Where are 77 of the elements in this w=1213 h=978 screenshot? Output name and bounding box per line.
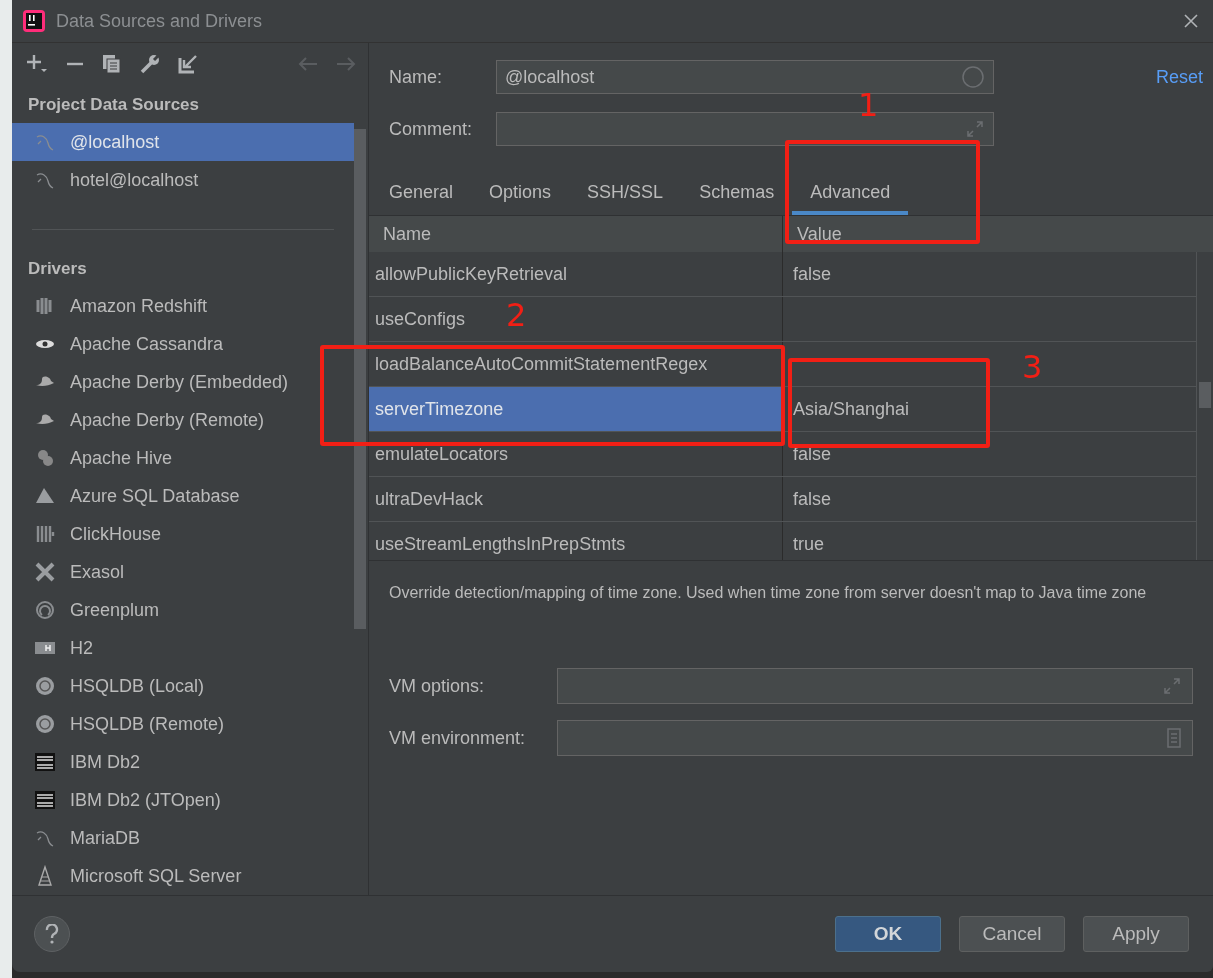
sidebar-item[interactable]: Greenplum	[12, 591, 354, 629]
name-field[interactable]: @localhost	[496, 60, 994, 94]
table-cell[interactable]: Asia/Shanghai	[793, 398, 910, 420]
sidebar-item[interactable]: ClickHouse	[12, 515, 354, 553]
tab[interactable]: General	[371, 173, 472, 215]
sidebar-item[interactable]: Apache Hive	[12, 439, 354, 477]
sidebar-item[interactable]: hotel@localhost	[12, 161, 354, 199]
logo-tile-icon	[34, 751, 56, 773]
import-icon[interactable]	[178, 54, 198, 74]
field-label: Comment:	[389, 118, 474, 140]
sidebar-item[interactable]: IBM Db2	[12, 743, 354, 781]
question-icon	[45, 924, 59, 944]
tab[interactable]: Options	[471, 173, 570, 215]
table-cell[interactable]: useStreamLengthsInPrepStmts	[375, 533, 626, 555]
table-cell[interactable]: false	[793, 443, 832, 465]
table-cell[interactable]: false	[793, 488, 832, 510]
ok-button[interactable]: OK	[835, 916, 941, 952]
sidebar-item[interactable]: Exasol	[12, 553, 354, 591]
table-cell[interactable]: ultraDevHack	[375, 488, 484, 510]
sidebar-item[interactable]: MariaDB	[12, 819, 354, 857]
field-label: VM environment:	[389, 727, 527, 749]
field-label: VM options:	[389, 675, 486, 697]
column-header[interactable]: Name	[369, 216, 782, 252]
field-label: Name:	[389, 66, 443, 88]
sidebar-item[interactable]: Amazon Redshift	[12, 287, 354, 325]
scrollbar-thumb[interactable]	[1199, 382, 1211, 408]
vm-environment-field[interactable]	[557, 720, 1193, 756]
dialog-button[interactable]: Apply	[1083, 916, 1189, 952]
ring-icon	[34, 599, 56, 621]
sidebar-item[interactable]: HSQLDB (Local)	[12, 667, 354, 705]
annotation-number: 3	[1022, 348, 1043, 386]
table-cell[interactable]: serverTimezone	[375, 398, 504, 420]
table-cell[interactable]: false	[793, 263, 832, 285]
forward-arrow-icon[interactable]	[336, 57, 356, 71]
help-button[interactable]	[34, 916, 70, 952]
document-icon[interactable]	[1166, 728, 1182, 748]
dialog-button[interactable]: Cancel	[959, 916, 1065, 952]
close-icon[interactable]	[1183, 13, 1199, 29]
sidebar-item[interactable]: H2	[12, 629, 354, 667]
table-cell[interactable]: useConfigs	[375, 308, 466, 330]
add-icon[interactable]	[26, 53, 48, 75]
scrollbar-thumb[interactable]	[354, 129, 366, 629]
tab[interactable]: SSH/SSL	[569, 173, 682, 215]
section-heading: Drivers	[27, 258, 88, 280]
x-icon	[34, 561, 56, 583]
window-title: Data Sources and Drivers	[56, 10, 263, 32]
app-logo-icon	[22, 9, 46, 33]
description-text: Override detection/mapping of time zone. Used when time zone from server doesn't map to Java time zone	[389, 583, 1148, 603]
ring-icon	[34, 713, 56, 735]
sidebar-item[interactable]: Apache Derby (Embedded)	[12, 363, 354, 401]
copy-icon[interactable]	[102, 54, 122, 74]
row-highlight[interactable]: serverTimezone	[369, 387, 782, 431]
sidebar-item[interactable]: Microsoft SQL Server	[12, 857, 354, 895]
logo-tile-icon	[34, 789, 56, 811]
table-cell[interactable]: true	[793, 533, 825, 555]
vm-options-field[interactable]	[557, 668, 1193, 704]
section-heading: Project Data Sources	[27, 94, 200, 116]
table-cell[interactable]: allowPublicKeyRetrieval	[375, 263, 568, 285]
table-cell[interactable]: loadBalanceAutoCommitStatementRegex	[375, 353, 708, 375]
ring-icon	[34, 675, 56, 697]
expand-icon[interactable]	[1162, 676, 1182, 696]
circle-icon[interactable]	[961, 65, 985, 89]
sidebar-item[interactable]: IBM Db2 (JTOpen)	[12, 781, 354, 819]
sidebar-item[interactable]: Azure SQL Database	[12, 477, 354, 515]
table-cell[interactable]: emulateLocators	[375, 443, 509, 465]
back-arrow-icon[interactable]	[298, 57, 318, 71]
tab[interactable]: Schemas	[681, 173, 793, 215]
expand-icon[interactable]	[965, 119, 985, 139]
column-header[interactable]: Value	[782, 216, 1197, 252]
reset-link[interactable]: Reset	[1155, 66, 1203, 88]
wrench-icon[interactable]	[140, 54, 160, 74]
sidebar-item[interactable]: @localhost	[12, 123, 354, 161]
sidebar-item[interactable]: HSQLDB (Remote)	[12, 705, 354, 743]
sidebar-item[interactable]: Apache Cassandra	[12, 325, 354, 363]
annotation-number: 2	[506, 296, 527, 334]
sidebar-item[interactable]: Apache Derby (Remote)	[12, 401, 354, 439]
bars-icon	[34, 523, 56, 545]
